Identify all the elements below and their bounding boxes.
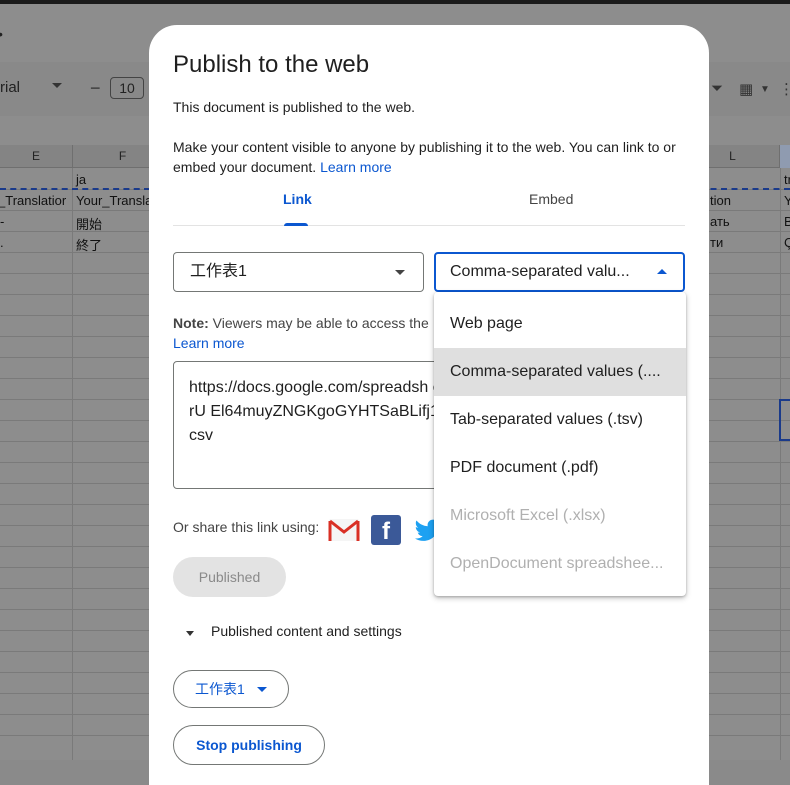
expand-caret-icon xyxy=(186,631,194,636)
stop-publishing-button[interactable]: Stop publishing xyxy=(173,725,325,765)
note-body: Viewers may be able to access the xyxy=(212,315,429,331)
font-family-caret-icon xyxy=(52,83,62,88)
published-button: Published xyxy=(173,557,286,597)
tab-link[interactable]: Link xyxy=(283,191,312,207)
active-tab-indicator xyxy=(284,223,308,226)
learn-more-link[interactable]: Learn more xyxy=(320,159,392,175)
menu-item-web-page[interactable]: Web page xyxy=(434,300,686,348)
cell-m3[interactable]: B xyxy=(784,214,790,229)
copy-marquee xyxy=(0,188,150,190)
table-view-icon[interactable]: ▦ xyxy=(739,80,753,98)
format-select-value: Comma-separated valu... xyxy=(450,263,630,280)
format-dropdown-menu: Web page Comma-separated values (.... Ta… xyxy=(434,292,686,596)
chevron-down-icon xyxy=(257,687,267,692)
cell-l4[interactable]: ти xyxy=(710,235,723,250)
cell-f1[interactable]: ja xyxy=(76,172,86,187)
tab-bar: Link Embed xyxy=(173,185,685,226)
note-label: Note: xyxy=(173,315,209,331)
sheet-select[interactable]: 工作表1 xyxy=(173,252,424,292)
menu-dot-icon: • xyxy=(0,26,3,42)
cell-m1[interactable]: tr xyxy=(784,172,790,187)
description-text: Make your content visible to anyone by p… xyxy=(173,139,676,175)
cell-l3[interactable]: ать xyxy=(710,214,730,229)
menu-item-pdf[interactable]: PDF document (.pdf) xyxy=(434,444,686,492)
more-options-icon[interactable]: ⋮ xyxy=(779,80,790,98)
selected-range xyxy=(779,399,790,441)
note-learn-more: Learn more xyxy=(173,333,245,353)
share-label: Or share this link using: xyxy=(173,519,320,535)
filter-icon[interactable]: ⏷ xyxy=(711,80,723,97)
gmail-icon[interactable] xyxy=(328,515,360,543)
note-text: Note: Viewers may be able to access the xyxy=(173,313,435,333)
cell-f3[interactable]: 開始 xyxy=(76,214,102,233)
chevron-up-icon xyxy=(657,269,667,274)
note-learn-more-link[interactable]: Learn more xyxy=(173,335,245,351)
column-header-m[interactable] xyxy=(780,145,790,168)
column-header-e[interactable]: E xyxy=(0,145,73,168)
tab-embed[interactable]: Embed xyxy=(529,191,573,207)
sheet-select-value: 工作表1 xyxy=(190,263,247,280)
published-content-toggle[interactable]: Published content and settings xyxy=(186,623,402,639)
menu-item-xlsx: Microsoft Excel (.xlsx) xyxy=(450,507,606,524)
cell-e3[interactable]: - xyxy=(0,214,4,229)
cell-m4[interactable]: Ç xyxy=(784,235,790,250)
table-view-caret-icon: ▼ xyxy=(760,84,770,95)
menu-item-ods: OpenDocument spreadshee... xyxy=(450,555,664,572)
decrease-font-size-button[interactable]: − xyxy=(90,78,101,99)
font-family-select[interactable]: rial xyxy=(0,79,20,96)
cell-l2[interactable]: tion xyxy=(710,193,731,208)
chevron-down-icon xyxy=(395,270,405,275)
sheet-select-button-label: 工作表1 xyxy=(195,681,245,697)
dialog-title: Publish to the web xyxy=(173,51,370,78)
cell-e2[interactable]: _Translatior xyxy=(0,193,66,208)
facebook-icon[interactable]: f xyxy=(371,515,401,545)
published-content-label: Published content and settings xyxy=(211,623,402,639)
dialog-description: Make your content visible to anyone by p… xyxy=(173,137,683,177)
font-size-input[interactable]: 10 xyxy=(110,77,144,99)
cell-f2[interactable]: Your_Transla xyxy=(76,193,152,208)
cell-f4[interactable]: 終了 xyxy=(76,235,102,254)
copy-marquee-right xyxy=(700,188,790,190)
cell-m2[interactable]: Y xyxy=(784,193,790,208)
menu-item-csv[interactable]: Comma-separated values (.... xyxy=(434,348,686,396)
published-status-text: This document is published to the web. xyxy=(173,99,416,115)
sheet-select-button[interactable]: 工作表1 xyxy=(173,670,289,708)
format-select[interactable]: Comma-separated valu... xyxy=(434,252,685,292)
menu-item-tsv[interactable]: Tab-separated values (.tsv) xyxy=(434,396,686,444)
cell-e4[interactable]: . xyxy=(0,235,4,250)
